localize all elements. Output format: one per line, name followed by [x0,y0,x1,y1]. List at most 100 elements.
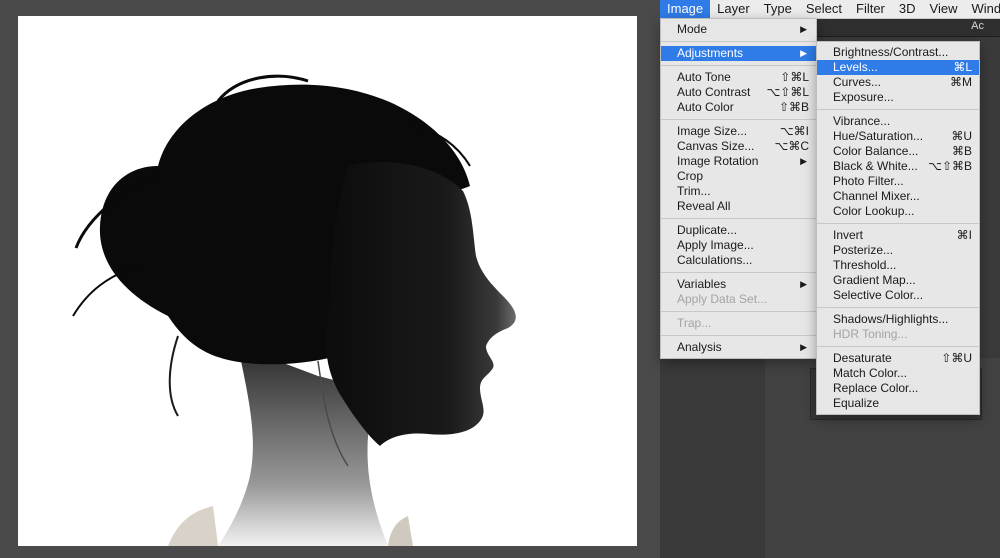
menu-item-shortcut: ⇧⌘B [778,100,809,114]
menu-type[interactable]: Type [757,0,799,18]
menu-item-shortcut: ⌥⌘I [779,124,809,138]
menu-separator [661,311,816,312]
menu-item-curves[interactable]: Curves... ⌘M [817,75,979,90]
menu-item-threshold[interactable]: Threshold... [817,258,979,273]
menu-item-shortcut: ⇧⌘U [941,351,972,365]
menu-item-label: Auto Tone [677,70,731,84]
menu-item-apply-image[interactable]: Apply Image... [661,238,816,253]
menu-item-trap: Trap... [661,316,816,331]
menu-item-label: Image Rotation [677,154,759,168]
menu-item-equalize[interactable]: Equalize [817,396,979,411]
submenu-arrow-icon: ▶ [800,342,807,352]
menu-item-auto-color[interactable]: Auto Color ⇧⌘B [661,100,816,115]
menu-item-match-color[interactable]: Match Color... [817,366,979,381]
menu-item-label: Equalize [833,396,880,410]
menu-item-label: Variables [677,277,727,291]
menu-item-hdr-toning: HDR Toning... [817,327,979,342]
menu-separator [661,272,816,273]
menu-separator [817,307,979,308]
menu-filter[interactable]: Filter [849,0,892,18]
submenu-arrow-icon: ▶ [800,279,807,289]
menu-item-black-white[interactable]: Black & White... ⌥⇧⌘B [817,159,979,174]
menu-item-shortcut: ⌘U [951,129,972,143]
menu-item-shortcut: ⌘L [953,60,972,74]
menu-item-analysis[interactable]: Analysis ▶ [661,340,816,355]
menu-select[interactable]: Select [799,0,849,18]
menu-item-label: Canvas Size... [677,139,755,153]
panel-tab-label[interactable]: Ac [971,20,984,32]
menu-item-vibrance[interactable]: Vibrance... [817,114,979,129]
menu-item-image-rotation[interactable]: Image Rotation ▶ [661,154,816,169]
menu-item-label: Crop [677,169,704,183]
menu-item-photo-filter[interactable]: Photo Filter... [817,174,979,189]
menu-item-label: Selective Color... [833,288,924,302]
document-canvas[interactable] [18,16,637,546]
menu-item-crop[interactable]: Crop [661,169,816,184]
menu-item-levels[interactable]: Levels... ⌘L [817,60,979,75]
menu-item-image-size[interactable]: Image Size... ⌥⌘I [661,124,816,139]
menu-item-calculations[interactable]: Calculations... [661,253,816,268]
image-menu-dropdown: Mode ▶ Adjustments ▶ Auto Tone ⇧⌘L Auto … [660,18,817,359]
menu-item-color-balance[interactable]: Color Balance... ⌘B [817,144,979,159]
menu-item-exposure[interactable]: Exposure... [817,90,979,105]
menu-item-reveal-all[interactable]: Reveal All [661,199,816,214]
menu-item-shortcut: ⇧⌘L [780,70,809,84]
menu-3d[interactable]: 3D [892,0,923,18]
menu-item-variables[interactable]: Variables ▶ [661,277,816,292]
menu-item-label: Apply Data Set... [677,292,768,306]
menu-item-label: Calculations... [677,253,753,267]
menu-item-label: Gradient Map... [833,273,916,287]
menu-item-channel-mixer[interactable]: Channel Mixer... [817,189,979,204]
silhouette-photo [18,16,637,546]
menu-item-invert[interactable]: Invert ⌘I [817,228,979,243]
menu-item-label: Desaturate [833,351,892,365]
menu-item-shadows-highlights[interactable]: Shadows/Highlights... [817,312,979,327]
menu-item-label: Invert [833,228,864,242]
menu-item-label: Curves... [833,75,882,89]
menu-separator [661,119,816,120]
menu-separator [661,65,816,66]
menu-item-label: Adjustments [677,46,744,60]
menu-item-hue-saturation[interactable]: Hue/Saturation... ⌘U [817,129,979,144]
menu-item-label: HDR Toning... [833,327,908,341]
menu-item-label: Photo Filter... [833,174,904,188]
menu-separator [817,346,979,347]
menu-item-posterize[interactable]: Posterize... [817,243,979,258]
menu-item-label: Posterize... [833,243,894,257]
menu-item-label: Auto Color [677,100,734,114]
menu-item-replace-color[interactable]: Replace Color... [817,381,979,396]
menu-image[interactable]: Image [660,0,711,18]
menu-item-trim[interactable]: Trim... [661,184,816,199]
menu-item-label: Trim... [677,184,711,198]
menu-item-duplicate[interactable]: Duplicate... [661,223,816,238]
menu-item-label: Color Lookup... [833,204,915,218]
document-workspace [0,0,660,558]
menu-item-label: Mode [677,22,708,36]
menu-item-label: Vibrance... [833,114,891,128]
menu-item-brightness-contrast[interactable]: Brightness/Contrast... [817,45,979,60]
menu-item-label: Image Size... [677,124,748,138]
menu-item-desaturate[interactable]: Desaturate ⇧⌘U [817,351,979,366]
menu-view[interactable]: View [923,0,965,18]
menu-item-label: Reveal All [677,199,731,213]
menu-item-mode[interactable]: Mode ▶ [661,22,816,37]
menu-item-gradient-map[interactable]: Gradient Map... [817,273,979,288]
menu-item-selective-color[interactable]: Selective Color... [817,288,979,303]
menu-window[interactable]: Windo [964,0,1000,18]
menu-item-auto-tone[interactable]: Auto Tone ⇧⌘L [661,70,816,85]
menu-item-adjustments[interactable]: Adjustments ▶ [661,46,816,61]
menu-item-shortcut: ⌘I [956,228,972,242]
menu-item-shortcut: ⌥⇧⌘B [928,159,972,173]
menu-separator [661,218,816,219]
menu-item-label: Black & White... [833,159,918,173]
menu-item-label: Replace Color... [833,381,919,395]
menu-item-canvas-size[interactable]: Canvas Size... ⌥⌘C [661,139,816,154]
menu-item-color-lookup[interactable]: Color Lookup... [817,204,979,219]
submenu-arrow-icon: ▶ [800,24,807,34]
menu-bar: Image Layer Type Select Filter 3D View W… [660,0,1000,19]
menu-item-auto-contrast[interactable]: Auto Contrast ⌥⇧⌘L [661,85,816,100]
menu-separator [817,223,979,224]
menu-layer[interactable]: Layer [710,0,757,18]
menu-item-label: Threshold... [833,258,897,272]
submenu-arrow-icon: ▶ [800,156,807,166]
